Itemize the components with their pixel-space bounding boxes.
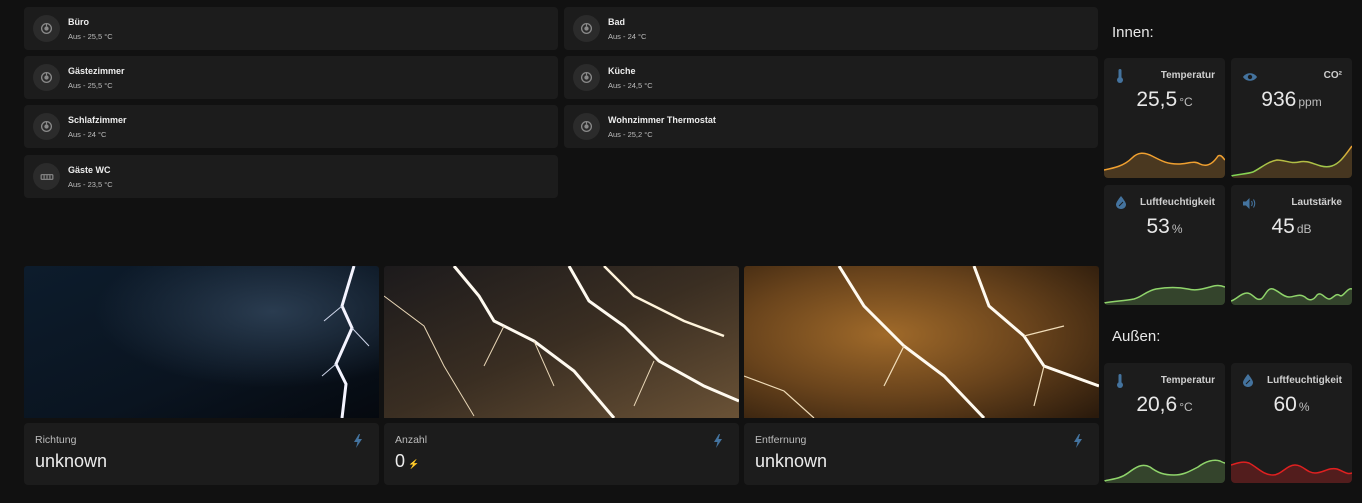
thermostat-name: Bad: [608, 17, 626, 27]
sensor-label: Anzahl: [395, 434, 428, 446]
sensor-card-aussen-temperatur[interactable]: Temperatur 20,6 °C: [1104, 363, 1225, 483]
sensor-card-innen-co2[interactable]: CO² 936 ppm: [1231, 58, 1352, 178]
sensor-value: 45 dB: [1271, 215, 1312, 238]
sparkline-graph: [1231, 145, 1352, 178]
sparkline-graph: [1104, 284, 1225, 305]
thermostat-icon: [573, 15, 600, 42]
water-percent-icon: [1243, 374, 1253, 392]
sensor-value: 25,5 °C: [1136, 88, 1193, 111]
sparkline-graph: [1104, 459, 1225, 483]
flash-icon: [353, 434, 363, 453]
sensor-card-innen-lautstaerke[interactable]: Lautstärke 45 dB: [1231, 185, 1352, 305]
sensor-name: Temperatur: [1160, 375, 1215, 386]
volume-icon: [1243, 196, 1256, 214]
sensor-card-anzahl[interactable]: Anzahl 0 ⚡: [384, 423, 739, 485]
eye-icon: [1243, 69, 1257, 87]
lightning-photo-anzahl: [384, 266, 739, 418]
thermostat-state: Aus - 24 °C: [68, 130, 107, 139]
thermostat-card-schlafzimmer[interactable]: Schlafzimmer Aus - 24 °C: [24, 105, 558, 148]
thermostat-name: Küche: [608, 66, 636, 76]
thermometer-icon: [1116, 69, 1124, 88]
sensor-name: Luftfeuchtigkeit: [1267, 375, 1342, 386]
thermostat-card-gaeste-wc[interactable]: Gäste WC Aus - 23,5 °C: [24, 155, 558, 198]
section-title-aussen: Außen:: [1112, 328, 1161, 345]
sparkline-graph: [1231, 461, 1352, 483]
thermostat-state: Aus - 23,5 °C: [68, 180, 113, 189]
thermostat-name: Gäste WC: [68, 165, 111, 175]
thermometer-icon: [1116, 374, 1124, 393]
lightning-photo-richtung: [24, 266, 379, 418]
thermostat-card-bad[interactable]: Bad Aus - 24 °C: [564, 7, 1098, 50]
thermostat-state: Aus - 25,5 °C: [68, 32, 113, 41]
water-percent-icon: [1116, 196, 1126, 214]
sensor-value: unknown: [35, 451, 108, 471]
thermostat-state: Aus - 24 °C: [608, 32, 647, 41]
radiator-icon: [33, 163, 60, 190]
thermostat-card-gaestezimmer[interactable]: Gästezimmer Aus - 25,5 °C: [24, 56, 558, 99]
sensor-name: Lautstärke: [1291, 197, 1342, 208]
sensor-card-innen-luftfeuchtigkeit[interactable]: Luftfeuchtigkeit 53%: [1104, 185, 1225, 305]
sensor-label: Entfernung: [755, 434, 807, 446]
thermostat-icon: [33, 113, 60, 140]
sensor-card-entfernung[interactable]: Entfernung unknown: [744, 423, 1099, 485]
sensor-card-aussen-luftfeuchtigkeit[interactable]: Luftfeuchtigkeit 60%: [1231, 363, 1352, 483]
sensor-value: unknown: [755, 451, 828, 471]
sensor-card-innen-temperatur[interactable]: Temperatur 25,5 °C: [1104, 58, 1225, 178]
sensor-value: 936 ppm: [1261, 88, 1322, 111]
thermostat-card-kueche[interactable]: Küche Aus - 24,5 °C: [564, 56, 1098, 99]
lightning-photo-entfernung: [744, 266, 1099, 418]
thermostat-card-buero[interactable]: Büro Aus - 25,5 °C: [24, 7, 558, 50]
sensor-label: Richtung: [35, 434, 77, 446]
thermostat-icon: [33, 64, 60, 91]
flash-icon: [1073, 434, 1083, 453]
thermostat-state: Aus - 24,5 °C: [608, 81, 653, 90]
sparkline-graph: [1104, 152, 1225, 178]
sensor-name: CO²: [1323, 70, 1342, 81]
thermostat-name: Büro: [68, 17, 89, 27]
thermostat-state: Aus - 25,2 °C: [608, 130, 653, 139]
thermostat-name: Gästezimmer: [68, 66, 125, 76]
thermostat-icon: [33, 15, 60, 42]
thermostat-name: Wohnzimmer Thermostat: [608, 115, 716, 125]
thermostat-name: Schlafzimmer: [68, 115, 127, 125]
sensor-card-richtung[interactable]: Richtung unknown: [24, 423, 379, 485]
sensor-value: 60%: [1273, 393, 1310, 416]
flash-icon: [713, 434, 723, 453]
thermostat-state: Aus - 25,5 °C: [68, 81, 113, 90]
sensor-value: 20,6 °C: [1136, 393, 1193, 416]
thermostat-card-wohnzimmer[interactable]: Wohnzimmer Thermostat Aus - 25,2 °C: [564, 105, 1098, 148]
sensor-value: 0 ⚡: [395, 451, 420, 471]
sensor-value: 53%: [1146, 215, 1183, 238]
thermostat-icon: [573, 113, 600, 140]
sparkline-graph: [1231, 288, 1352, 305]
sensor-name: Temperatur: [1160, 70, 1215, 81]
thermostat-icon: [573, 64, 600, 91]
section-title-innen: Innen:: [1112, 24, 1154, 41]
sensor-name: Luftfeuchtigkeit: [1140, 197, 1215, 208]
